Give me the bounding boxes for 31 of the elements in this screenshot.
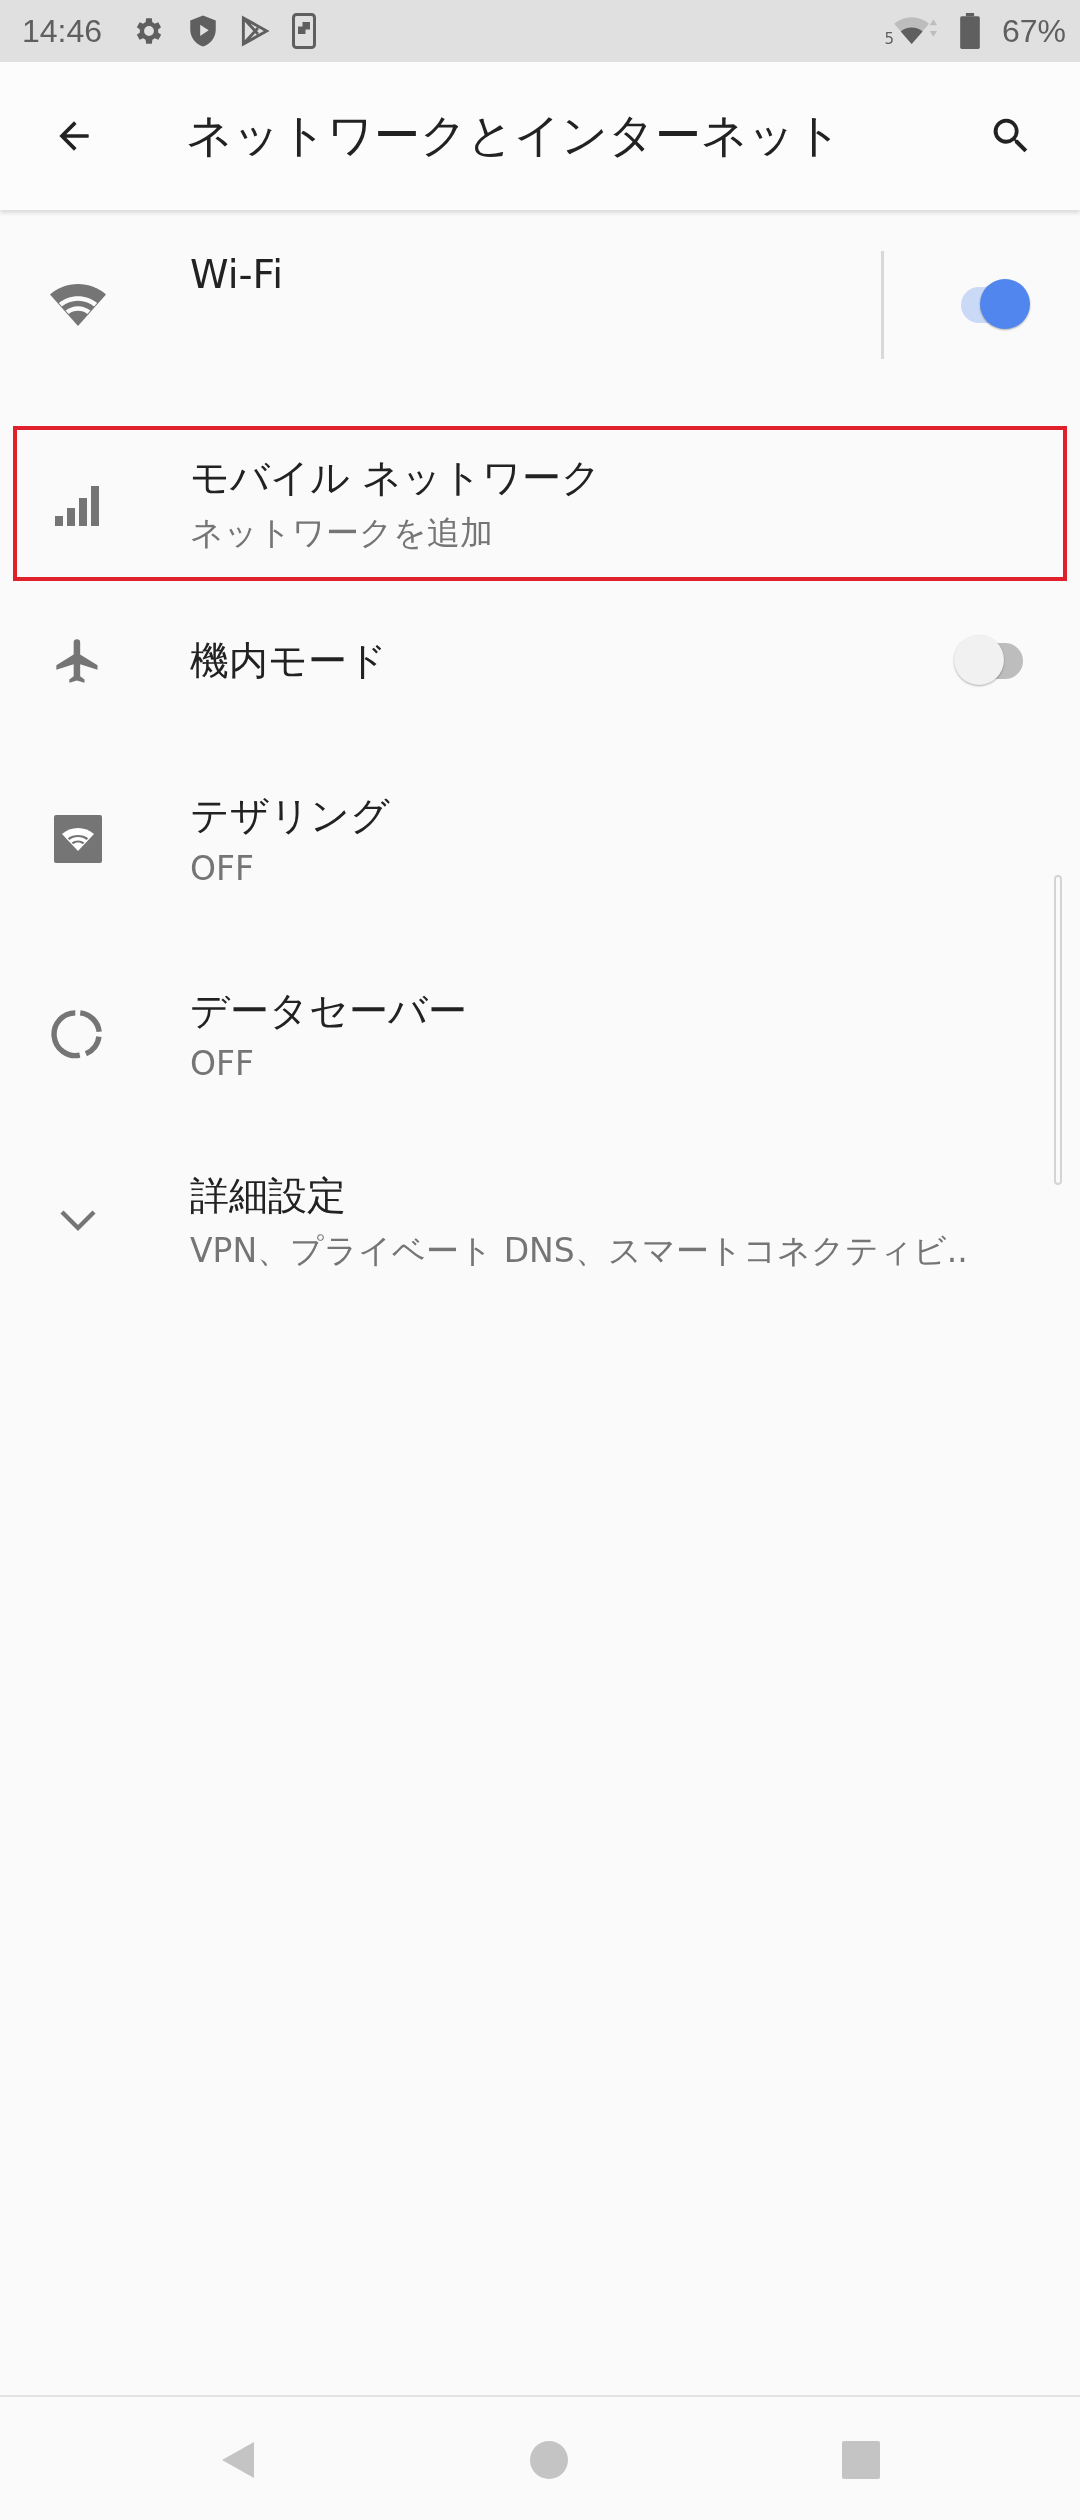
item-title: モバイル ネットワーク bbox=[190, 454, 603, 502]
item-title: テザリング bbox=[190, 792, 391, 840]
item-summary: OFF bbox=[190, 1044, 255, 1083]
recents-nav-button[interactable] bbox=[842, 2440, 880, 2479]
clock: 14:46 bbox=[22, 12, 103, 50]
item-title: 詳細設定 bbox=[190, 1171, 347, 1220]
hotspot-icon bbox=[53, 814, 102, 863]
network-label: 5 bbox=[884, 32, 894, 47]
wifi-signal-icon bbox=[893, 15, 938, 47]
settings-item[interactable]: 詳細設定 VPN、プライベート DNS、スマートコネクティビ.. bbox=[13, 1131, 1067, 1311]
highlighted-settings-item[interactable]: モバイル ネットワーク ネットワークを追加 bbox=[13, 426, 1067, 581]
item-summary: VPN、プライベート DNS、スマートコネクティビ.. bbox=[190, 1229, 969, 1272]
settings-item[interactable]: 機内モード bbox=[13, 581, 1067, 741]
phone-icon bbox=[292, 13, 317, 49]
battery-icon bbox=[959, 13, 980, 49]
item-summary: OFF bbox=[190, 849, 255, 888]
page-title: ネットワークとインターネット bbox=[186, 107, 843, 164]
settings-item[interactable]: データセーバー OFF bbox=[13, 936, 1067, 1131]
item-title: 機内モード bbox=[190, 637, 388, 685]
item-title: データセーバー bbox=[190, 987, 468, 1035]
settings-item[interactable]: Wi-Fi bbox=[13, 210, 1067, 400]
item-summary: ネットワークを追加 bbox=[190, 512, 494, 554]
home-circle-icon bbox=[530, 2440, 568, 2479]
chevron-down-icon bbox=[57, 1208, 98, 1234]
home-nav-button[interactable] bbox=[530, 2440, 568, 2479]
battery-percentage: 67% bbox=[1001, 12, 1066, 50]
settings-item[interactable]: テザリング OFF bbox=[13, 741, 1067, 936]
play-triangle-icon bbox=[240, 15, 271, 47]
recents-square-icon bbox=[842, 2440, 880, 2479]
shield-icon bbox=[188, 14, 219, 48]
item-title: Wi-Fi bbox=[190, 252, 285, 297]
